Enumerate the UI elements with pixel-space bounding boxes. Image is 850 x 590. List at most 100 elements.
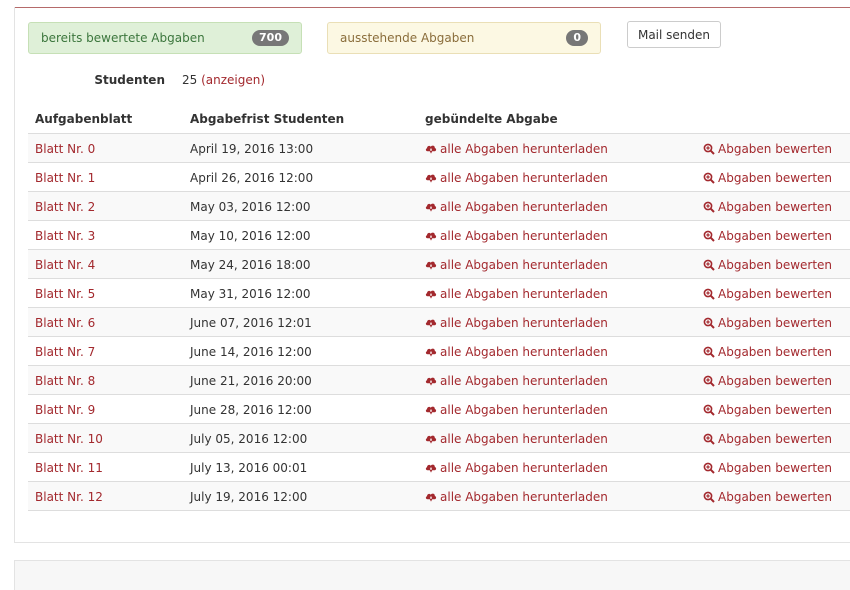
send-mail-button[interactable]: Mail senden (627, 21, 721, 48)
download-all-link[interactable]: alle Abgaben herunterladen (425, 403, 608, 417)
deadline-cell: May 24, 2016 18:00 (190, 258, 311, 272)
grade-label: Abgaben bewerten (718, 287, 833, 301)
deadline-cell: July 05, 2016 12:00 (190, 432, 308, 446)
download-all-link[interactable]: alle Abgaben herunterladen (425, 374, 608, 388)
deadline-cell: July 19, 2016 12:00 (190, 490, 308, 504)
download-all-link[interactable]: alle Abgaben herunterladen (425, 229, 608, 243)
zoom-in-icon (703, 345, 718, 359)
sheet-link[interactable]: Blatt Nr. 7 (35, 345, 95, 359)
grade-label: Abgaben bewerten (718, 432, 833, 446)
deadline-cell: May 03, 2016 12:00 (190, 200, 311, 214)
cloud-download-icon (425, 287, 440, 301)
show-students-link[interactable]: (anzeigen) (201, 73, 265, 87)
download-all-link[interactable]: alle Abgaben herunterladen (425, 200, 608, 214)
zoom-in-icon (703, 200, 718, 214)
students-label: Studenten (94, 73, 165, 87)
table-body: Blatt Nr. 0 April 19, 2016 13:00 alle Abga… (28, 134, 850, 511)
zoom-in-icon (703, 461, 718, 475)
grade-label: Abgaben bewerten (718, 200, 833, 214)
download-label: alle Abgaben herunterladen (440, 287, 608, 301)
cloud-download-icon (425, 316, 440, 330)
cloud-download-icon (425, 490, 440, 504)
sheet-link[interactable]: Blatt Nr. 10 (35, 432, 103, 446)
download-all-link[interactable]: alle Abgaben herunterladen (425, 316, 608, 330)
pending-count-badge: 0 (566, 30, 588, 46)
grade-submissions-link[interactable]: Abgaben bewerten (703, 258, 832, 272)
cloud-download-icon (425, 229, 440, 243)
deadline-cell: June 07, 2016 12:01 (190, 316, 312, 330)
grade-label: Abgaben bewerten (718, 258, 833, 272)
grade-submissions-link[interactable]: Abgaben bewerten (703, 403, 832, 417)
deadline-cell: June 21, 2016 20:00 (190, 374, 312, 388)
deadline-cell: April 19, 2016 13:00 (190, 142, 314, 156)
download-label: alle Abgaben herunterladen (440, 345, 608, 359)
cloud-download-icon (425, 403, 440, 417)
download-all-link[interactable]: alle Abgaben herunterladen (425, 258, 608, 272)
grade-submissions-link[interactable]: Abgaben bewerten (703, 142, 832, 156)
table-header: Aufgabenblatt Abgabefrist Studenten gebü… (28, 106, 850, 134)
download-all-link[interactable]: alle Abgaben herunterladen (425, 171, 608, 185)
students-value: 25 (anzeigen) (182, 73, 265, 87)
grade-label: Abgaben bewerten (718, 229, 833, 243)
grade-submissions-link[interactable]: Abgaben bewerten (703, 461, 832, 475)
sheet-link[interactable]: Blatt Nr. 5 (35, 287, 95, 301)
download-label: alle Abgaben herunterladen (440, 403, 608, 417)
grade-label: Abgaben bewerten (718, 490, 833, 504)
cloud-download-icon (425, 171, 440, 185)
cloud-download-icon (425, 142, 440, 156)
cloud-download-icon (425, 200, 440, 214)
zoom-in-icon (703, 490, 718, 504)
zoom-in-icon (703, 403, 718, 417)
sheet-link[interactable]: Blatt Nr. 6 (35, 316, 95, 330)
grade-submissions-link[interactable]: Abgaben bewerten (703, 316, 832, 330)
download-label: alle Abgaben herunterladen (440, 171, 608, 185)
download-label: alle Abgaben herunterladen (440, 432, 608, 446)
graded-label: bereits bewertete Abgaben (41, 31, 205, 45)
zoom-in-icon (703, 229, 718, 243)
zoom-in-icon (703, 287, 718, 301)
grade-label: Abgaben bewerten (718, 374, 833, 388)
download-label: alle Abgaben herunterladen (440, 258, 608, 272)
table-row: Blatt Nr. 6 June 07, 2016 12:01 alle Abgab… (28, 308, 850, 337)
table-row: Blatt Nr. 8 June 21, 2016 20:00 alle Abgab… (28, 366, 850, 395)
grade-submissions-link[interactable]: Abgaben bewerten (703, 432, 832, 446)
download-all-link[interactable]: alle Abgaben herunterladen (425, 345, 608, 359)
zoom-in-icon (703, 171, 718, 185)
header-deadline: Abgabefrist Studenten (190, 112, 345, 126)
download-all-link[interactable]: alle Abgaben herunterladen (425, 432, 608, 446)
grade-submissions-link[interactable]: Abgaben bewerten (703, 200, 832, 214)
sheet-link[interactable]: Blatt Nr. 12 (35, 490, 103, 504)
download-all-link[interactable]: alle Abgaben herunterladen (425, 490, 608, 504)
grade-submissions-link[interactable]: Abgaben bewerten (703, 345, 832, 359)
next-panel (14, 560, 850, 590)
deadline-cell: May 31, 2016 12:00 (190, 287, 311, 301)
deadline-cell: June 28, 2016 12:00 (190, 403, 312, 417)
sheet-link[interactable]: Blatt Nr. 4 (35, 258, 95, 272)
download-all-link[interactable]: alle Abgaben herunterladen (425, 461, 608, 475)
sheet-link[interactable]: Blatt Nr. 0 (35, 142, 95, 156)
zoom-in-icon (703, 316, 718, 330)
sheet-link[interactable]: Blatt Nr. 1 (35, 171, 95, 185)
sheet-link[interactable]: Blatt Nr. 11 (35, 461, 103, 475)
table-row: Blatt Nr. 4 May 24, 2016 18:00 alle Abgabe… (28, 250, 850, 279)
zoom-in-icon (703, 432, 718, 446)
sheet-link[interactable]: Blatt Nr. 2 (35, 200, 95, 214)
grade-label: Abgaben bewerten (718, 316, 833, 330)
download-label: alle Abgaben herunterladen (440, 490, 608, 504)
grade-submissions-link[interactable]: Abgaben bewerten (703, 287, 832, 301)
download-all-link[interactable]: alle Abgaben herunterladen (425, 287, 608, 301)
sheet-link[interactable]: Blatt Nr. 8 (35, 374, 95, 388)
grade-label: Abgaben bewerten (718, 345, 833, 359)
sheet-link[interactable]: Blatt Nr. 9 (35, 403, 95, 417)
sheet-link[interactable]: Blatt Nr. 3 (35, 229, 95, 243)
header-bundled: gebündelte Abgabe (425, 112, 558, 126)
grade-submissions-link[interactable]: Abgaben bewerten (703, 229, 832, 243)
cloud-download-icon (425, 374, 440, 388)
grade-submissions-link[interactable]: Abgaben bewerten (703, 171, 832, 185)
grade-submissions-link[interactable]: Abgaben bewerten (703, 490, 832, 504)
grade-label: Abgaben bewerten (718, 403, 833, 417)
download-all-link[interactable]: alle Abgaben herunterladen (425, 142, 608, 156)
deadline-cell: April 26, 2016 12:00 (190, 171, 314, 185)
grade-submissions-link[interactable]: Abgaben bewerten (703, 374, 832, 388)
table-row: Blatt Nr. 2 May 03, 2016 12:00 alle Abgabe… (28, 192, 850, 221)
